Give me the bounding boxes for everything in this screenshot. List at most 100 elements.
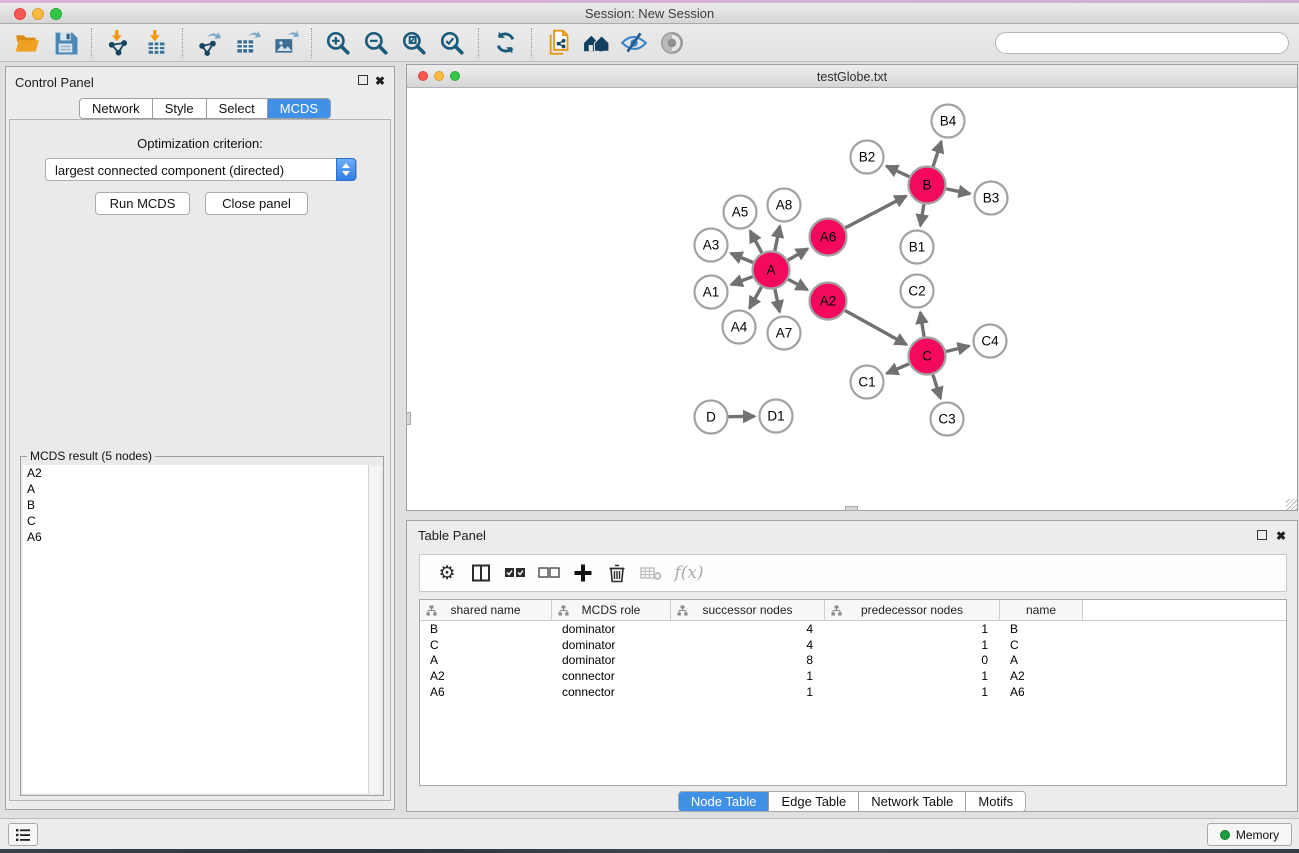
cell-predecessor-nodes[interactable]: 1 — [825, 669, 1000, 683]
control-panel-close-icon[interactable]: ✖ — [375, 75, 385, 87]
clone-network-button[interactable] — [543, 29, 573, 57]
tab-select[interactable]: Select — [207, 99, 268, 118]
select-all-button[interactable] — [498, 558, 532, 588]
tab-node-table[interactable]: Node Table — [679, 792, 770, 811]
graph-edge-A-A2[interactable] — [788, 279, 807, 289]
hide-selected-button[interactable] — [619, 29, 649, 57]
graph-edge-A2-C[interactable] — [845, 310, 906, 344]
cell-mcds-role[interactable]: connector — [552, 685, 671, 699]
create-column-button[interactable] — [566, 558, 600, 588]
table-settings-button[interactable]: ⚙ — [430, 558, 464, 588]
delete-column-button[interactable] — [600, 558, 634, 588]
zoom-out-button[interactable] — [361, 29, 391, 57]
graph-edge-A-A4[interactable] — [750, 287, 762, 308]
cell-shared-name[interactable]: A6 — [420, 685, 552, 699]
network-canvas[interactable]: AA1A2A3A4A5A6A7A8BB1B2B3B4CC1C2C3C4DD1 — [407, 88, 1297, 510]
table-row[interactable]: C dominator 4 1 C — [420, 637, 1286, 653]
cell-shared-name[interactable]: A2 — [420, 669, 552, 683]
import-table-button[interactable] — [141, 29, 171, 57]
tab-style[interactable]: Style — [153, 99, 207, 118]
cell-successor-nodes[interactable]: 4 — [671, 622, 825, 636]
network-window-titlebar[interactable]: testGlobe.txt — [407, 65, 1297, 88]
cell-shared-name[interactable]: A — [420, 653, 552, 667]
cell-name[interactable]: A — [1000, 653, 1083, 667]
mcds-result-item[interactable]: A6 — [23, 529, 381, 545]
show-all-button[interactable] — [657, 29, 687, 57]
run-mcds-button[interactable]: Run MCDS — [95, 192, 190, 215]
zoom-fit-button[interactable] — [399, 29, 429, 57]
save-session-button[interactable] — [50, 29, 80, 57]
cell-predecessor-nodes[interactable]: 1 — [825, 638, 1000, 652]
export-image-button[interactable] — [270, 29, 300, 57]
first-neighbors-button[interactable] — [581, 29, 611, 57]
graph-edge-A-A3[interactable] — [731, 253, 753, 262]
graph-edge-A6-B[interactable] — [845, 196, 906, 228]
cell-mcds-role[interactable]: connector — [552, 669, 671, 683]
column-header-mcds-role[interactable]: MCDS role — [552, 600, 671, 620]
graph-edge-C-C3[interactable] — [933, 375, 941, 399]
mcds-result-item[interactable]: A — [23, 481, 381, 497]
window-left-resize-grip[interactable] — [406, 412, 411, 425]
table-row[interactable]: A dominator 8 0 A — [420, 652, 1286, 668]
mcds-result-item[interactable]: B — [23, 497, 381, 513]
tab-network-table[interactable]: Network Table — [859, 792, 966, 811]
table-panel-float-button[interactable] — [1257, 530, 1267, 540]
criterion-dropdown[interactable]: largest connected component (directed) — [45, 158, 357, 181]
export-table-button[interactable] — [232, 29, 262, 57]
cell-predecessor-nodes[interactable]: 1 — [825, 685, 1000, 699]
close-panel-button[interactable]: Close panel — [205, 192, 308, 215]
graph-edge-B-B2[interactable] — [886, 166, 909, 177]
graph-edge-A-A7[interactable] — [775, 289, 780, 312]
deselect-all-button[interactable] — [532, 558, 566, 588]
graph-edge-A-A5[interactable] — [750, 231, 762, 253]
tab-network[interactable]: Network — [80, 99, 153, 118]
column-header-shared-name[interactable]: shared name — [420, 600, 552, 620]
cell-successor-nodes[interactable]: 1 — [671, 669, 825, 683]
column-header-predecessor-nodes[interactable]: predecessor nodes — [825, 600, 1000, 620]
table-row[interactable]: A2 connector 1 1 A2 — [420, 668, 1286, 684]
cell-successor-nodes[interactable]: 4 — [671, 638, 825, 652]
graph-edge-B-B3[interactable] — [946, 189, 970, 194]
graph-edge-C-C2[interactable] — [920, 312, 924, 336]
cell-predecessor-nodes[interactable]: 1 — [825, 622, 1000, 636]
cell-name[interactable]: C — [1000, 638, 1083, 652]
task-history-button[interactable] — [8, 823, 38, 846]
cell-name[interactable]: A6 — [1000, 685, 1083, 699]
graph-edge-A-A1[interactable] — [731, 277, 753, 285]
graph-edge-C-C4[interactable] — [946, 346, 969, 352]
cell-mcds-role[interactable]: dominator — [552, 638, 671, 652]
column-header-name[interactable]: name — [1000, 600, 1083, 620]
search-input[interactable] — [995, 32, 1289, 54]
mcds-result-item[interactable]: A2 — [23, 465, 381, 481]
cell-mcds-role[interactable]: dominator — [552, 653, 671, 667]
window-corner-resize-grip[interactable] — [1286, 499, 1297, 510]
app-titlebar[interactable]: Session: New Session — [0, 3, 1299, 24]
cell-mcds-role[interactable]: dominator — [552, 622, 671, 636]
tab-edge-table[interactable]: Edge Table — [769, 792, 859, 811]
tab-mcds[interactable]: MCDS — [268, 99, 330, 118]
memory-button[interactable]: Memory — [1207, 823, 1292, 846]
graph-edge-A-A8[interactable] — [775, 226, 780, 251]
refresh-layout-button[interactable] — [490, 29, 520, 57]
cell-shared-name[interactable]: B — [420, 622, 552, 636]
show-columns-button[interactable] — [464, 558, 498, 588]
graph-edge-B-B1[interactable] — [920, 204, 923, 226]
cell-successor-nodes[interactable]: 1 — [671, 685, 825, 699]
window-bottom-resize-grip[interactable] — [845, 506, 858, 511]
cell-successor-nodes[interactable]: 8 — [671, 653, 825, 667]
open-session-button[interactable] — [12, 29, 42, 57]
table-panel-close-icon[interactable]: ✖ — [1276, 530, 1286, 542]
control-panel-float-button[interactable] — [358, 75, 368, 85]
mcds-list-scrollbar[interactable] — [368, 465, 381, 793]
zoom-selected-button[interactable] — [437, 29, 467, 57]
cell-name[interactable]: B — [1000, 622, 1083, 636]
cell-shared-name[interactable]: C — [420, 638, 552, 652]
graph-edge-A-A6[interactable] — [788, 249, 808, 260]
graph-edge-C-C1[interactable] — [887, 364, 909, 374]
zoom-in-button[interactable] — [323, 29, 353, 57]
table-row[interactable]: A6 connector 1 1 A6 — [420, 684, 1286, 700]
import-network-button[interactable] — [103, 29, 133, 57]
delete-table-button-disabled[interactable] — [634, 558, 668, 588]
cell-predecessor-nodes[interactable]: 0 — [825, 653, 1000, 667]
graph-edge-B-B4[interactable] — [933, 141, 941, 166]
